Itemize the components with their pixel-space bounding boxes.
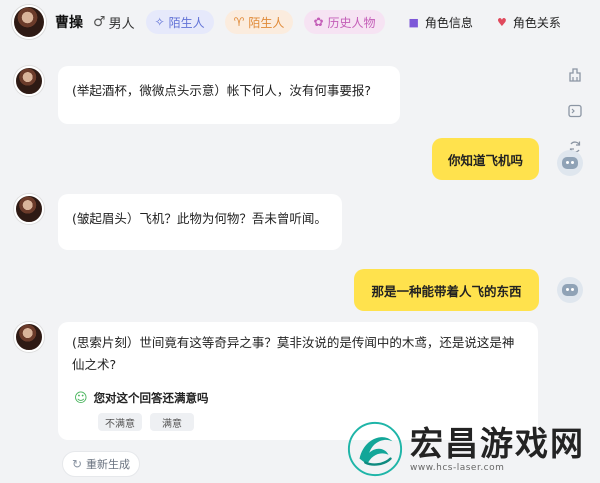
ai-message-text: (皱起眉头）飞机？此物为何物？吾未曾听闻。 <box>72 211 327 226</box>
tag-label: 历史人物 <box>327 15 376 30</box>
ai-avatar[interactable] <box>14 194 44 224</box>
satisfied-label: 满意 <box>162 418 182 430</box>
terminal-icon[interactable] <box>566 102 584 120</box>
character-info-label: 角色信息 <box>424 15 473 30</box>
user-message-bubble: 你知道飞机吗 <box>432 138 539 180</box>
regenerate-icon: ↻ <box>71 457 83 471</box>
robot-icon <box>562 284 578 296</box>
robot-icon <box>562 157 578 169</box>
gender-label: 男人 <box>108 16 135 32</box>
tag-stranger-2[interactable]: ♈ 陌生人 <box>224 10 294 34</box>
user-avatar[interactable] <box>557 277 583 303</box>
character-relation-link[interactable]: ♥ 角色关系 <box>497 14 561 31</box>
satisfaction-question: 您对这个回答还满意吗 <box>93 391 209 405</box>
smile-icon: ☺ <box>74 390 88 406</box>
ai-avatar[interactable] <box>14 322 44 352</box>
chat-header: 曹操 ♂ 男人 ✧ 陌生人 ♈ 陌生人 ✿ 历史人物 ■ 角色信息 ♥ 角色关系 <box>0 0 600 44</box>
dragon-logo-icon <box>347 421 403 477</box>
character-info-link[interactable]: ■ 角色信息 <box>409 14 473 31</box>
heart-icon: ♥ <box>496 15 507 29</box>
character-avatar[interactable] <box>12 5 46 39</box>
info-icon: ■ <box>408 15 419 29</box>
character-relation-label: 角色关系 <box>512 15 561 30</box>
user-message-bubble: 那是一种能带着人飞的东西 <box>354 269 539 311</box>
sparkle-icon: ✧ <box>154 15 165 29</box>
site-watermark-logo: 宏昌游戏网 www.hcs-laser.com <box>346 418 598 480</box>
ai-message-text: (举起酒杯，微微点头示意）帐下何人，汝有何事要报? <box>72 83 372 98</box>
tag-stranger-1[interactable]: ✧ 陌生人 <box>145 10 214 34</box>
male-icon: ♂ <box>93 14 106 30</box>
character-gender: ♂ 男人 <box>93 13 135 32</box>
dissatisfied-button[interactable]: 不满意 <box>98 413 142 431</box>
user-avatar[interactable] <box>557 150 583 176</box>
tag-label: 陌生人 <box>168 15 205 30</box>
ai-avatar[interactable] <box>14 66 44 96</box>
satisfied-button[interactable]: 满意 <box>150 413 194 431</box>
user-message-text: 你知道飞机吗 <box>447 152 523 168</box>
ai-message-bubble: (皱起眉头）飞机？此物为何物？吾未曾听闻。 <box>58 194 342 250</box>
ai-message-bubble: (举起酒杯，微微点头示意）帐下何人，汝有何事要报? <box>58 66 400 124</box>
regenerate-button[interactable]: ↻ 重新生成 <box>62 451 140 477</box>
watermark-url: www.hcs-laser.com <box>410 462 505 473</box>
tag-historical-figure[interactable]: ✿ 历史人物 <box>304 10 385 34</box>
satisfaction-prompt: ☺ 您对这个回答还满意吗 <box>74 390 209 406</box>
sprout-icon: ♈ <box>233 15 245 29</box>
watermark-title: 宏昌游戏网 <box>410 423 585 463</box>
regenerate-label: 重新生成 <box>86 458 131 471</box>
tag-label: 陌生人 <box>248 15 285 30</box>
cleaning-icon[interactable] <box>566 66 584 84</box>
ai-message-text: (思索片刻）世间竟有这等奇异之事？莫非汝说的是传闻中的木鸢，还是说这是神仙之术? <box>72 335 515 372</box>
gear-flower-icon: ✿ <box>313 15 324 29</box>
user-message-text: 那是一种能带着人飞的东西 <box>371 283 522 299</box>
dissatisfied-label: 不满意 <box>105 418 135 430</box>
character-name: 曹操 <box>55 15 83 31</box>
